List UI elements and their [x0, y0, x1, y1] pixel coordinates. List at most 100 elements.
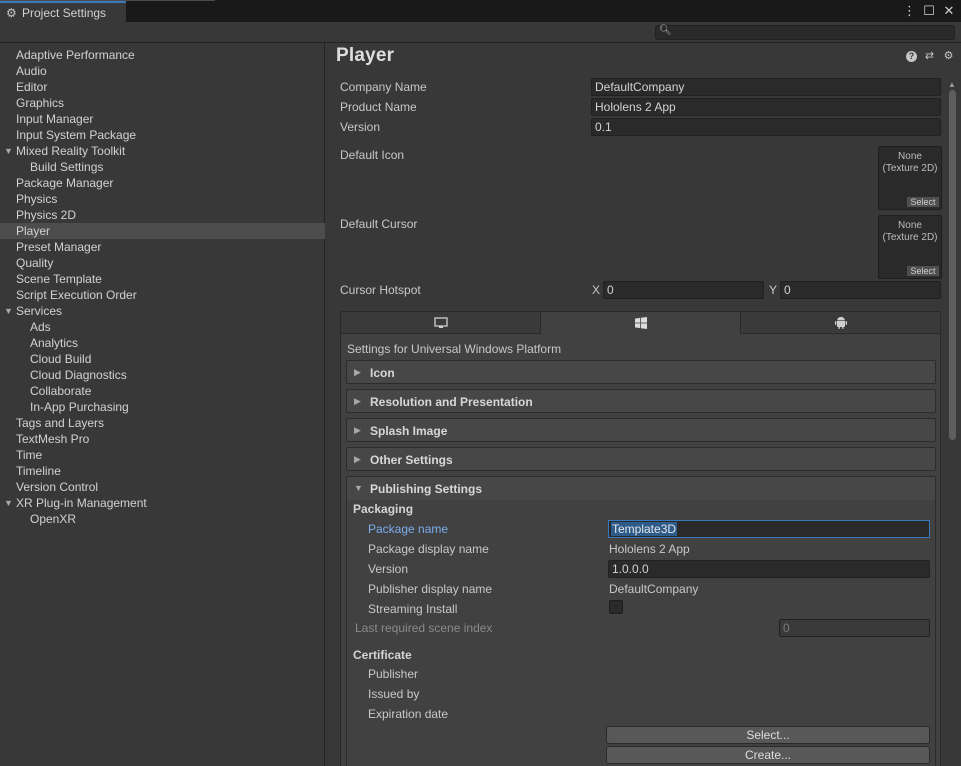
expand-arrow-icon[interactable]: ▼ [4, 303, 13, 319]
sidebar-item[interactable]: ▼ Mixed Reality Toolkit [0, 143, 325, 159]
close-icon[interactable]: ✕ [943, 3, 955, 19]
sidebar-item-label: Analytics [30, 336, 79, 350]
sidebar-item-label: Collaborate [30, 384, 92, 398]
streaming-install-label: Streaming Install [368, 602, 458, 616]
sidebar-item[interactable]: ▼ XR Plug-in Management [0, 495, 325, 511]
sidebar-item[interactable]: Script Execution Order [0, 287, 325, 303]
sidebar-item[interactable]: Player [0, 223, 325, 239]
sidebar-item[interactable]: Input Manager [0, 111, 325, 127]
sidebar-item[interactable]: Timeline [0, 463, 325, 479]
tab-standalone[interactable] [341, 312, 541, 334]
sidebar-item[interactable]: In-App Purchasing [0, 399, 325, 415]
foldout-title: Publishing Settings [370, 482, 483, 496]
expand-arrow-icon[interactable]: ▼ [4, 143, 13, 159]
page-title: Player [336, 45, 395, 66]
package-version-field[interactable]: 1.0.0.0 [608, 560, 930, 578]
sidebar-item[interactable]: Ads [0, 319, 325, 335]
certificate-create-button[interactable]: Create... [606, 746, 930, 764]
foldout-resolution[interactable]: ▶ Resolution and Presentation [346, 389, 936, 413]
sidebar-item-label: Mixed Reality Toolkit [16, 144, 126, 158]
sidebar-item[interactable]: TextMesh Pro [0, 431, 325, 447]
sidebar-item[interactable]: Quality [0, 255, 325, 271]
expiration-date-label: Expiration date [368, 707, 449, 721]
sidebar-item-label: Package Manager [16, 176, 114, 190]
default-icon-field[interactable]: None (Texture 2D) Select [878, 146, 942, 210]
tab-project-settings[interactable]: ⚙ Project Settings [0, 1, 126, 22]
sidebar-item[interactable]: OpenXR [0, 511, 325, 527]
sidebar-item[interactable]: Physics 2D [0, 207, 325, 223]
sidebar-item[interactable]: Build Settings [0, 159, 325, 175]
sidebar-item-label: Tags and Layers [16, 416, 105, 430]
sidebar-item[interactable]: Tags and Layers [0, 415, 325, 431]
hotspot-y-field[interactable]: 0 [780, 281, 941, 299]
settings-gear-icon[interactable]: ⚙ [942, 50, 955, 63]
product-name-label: Product Name [340, 100, 417, 114]
sidebar-item[interactable]: Version Control [0, 479, 325, 495]
default-icon-select-button[interactable]: Select [906, 196, 940, 208]
hotspot-x-field[interactable]: 0 [603, 281, 764, 299]
sidebar-item[interactable]: Analytics [0, 335, 325, 351]
sidebar-item[interactable]: Input System Package [0, 127, 325, 143]
package-name-field[interactable]: Template3D [608, 520, 930, 538]
sidebar-item[interactable]: Collaborate [0, 383, 325, 399]
issued-by-label: Issued by [368, 687, 420, 701]
tab-universal-windows[interactable] [541, 312, 741, 334]
more-options-icon[interactable]: ⋮ [903, 3, 916, 19]
platform-heading: Settings for Universal Windows Platform [347, 342, 562, 356]
sidebar-item[interactable]: Audio [0, 63, 325, 79]
sidebar-item[interactable]: Scene Template [0, 271, 325, 287]
hotspot-x-label: X [592, 283, 601, 297]
expand-arrow-icon[interactable]: ▼ [4, 495, 13, 511]
sidebar-item-label: Input Manager [16, 112, 94, 126]
help-icon[interactable]: ? [906, 51, 917, 62]
default-cursor-field[interactable]: None (Texture 2D) Select [878, 215, 942, 279]
sidebar-item[interactable]: Cloud Diagnostics [0, 367, 325, 383]
sidebar-item-label: Editor [16, 80, 48, 94]
scrollbar-thumb[interactable] [949, 90, 956, 440]
foldout-title: Splash Image [370, 424, 448, 438]
certificate-select-button[interactable]: Select... [606, 726, 930, 744]
sidebar-item-label: Timeline [16, 464, 61, 478]
inspector-scrollbar[interactable]: ▲ [946, 80, 959, 766]
sidebar-item[interactable]: Time [0, 447, 325, 463]
product-name-field[interactable]: Hololens 2 App [591, 98, 941, 116]
foldout-icon-section[interactable]: ▶ Icon [346, 360, 936, 384]
version-label: Version [340, 120, 381, 134]
sidebar-item[interactable]: Package Manager [0, 175, 325, 191]
version-field[interactable]: 0.1 [591, 118, 941, 136]
preset-icon[interactable]: ⇄ [923, 50, 936, 63]
android-icon [834, 316, 847, 329]
sidebar-item-label: Physics 2D [16, 208, 77, 222]
sidebar-item[interactable]: ▼ Services [0, 303, 325, 319]
collapsed-arrow-icon: ▶ [354, 454, 361, 464]
sidebar-item[interactable]: Adaptive Performance [0, 47, 325, 63]
publisher-display-name-value: DefaultCompany [609, 582, 699, 596]
sidebar-item-label: Adaptive Performance [16, 48, 135, 62]
default-icon-value: None (Texture 2D) [882, 151, 938, 174]
sidebar-item[interactable]: Cloud Build [0, 351, 325, 367]
sidebar-item-label: Cloud Diagnostics [30, 368, 127, 382]
scroll-up-icon[interactable]: ▲ [948, 80, 956, 89]
sidebar-item[interactable]: Graphics [0, 95, 325, 111]
foldout-title: Icon [370, 366, 395, 380]
default-cursor-select-button[interactable]: Select [906, 265, 940, 277]
foldout-splash-image[interactable]: ▶ Splash Image [346, 418, 936, 442]
sidebar-item-label: XR Plug-in Management [16, 496, 147, 510]
tab-android[interactable] [741, 312, 940, 334]
sidebar-item[interactable]: Preset Manager [0, 239, 325, 255]
sidebar-item[interactable]: Editor [0, 79, 325, 95]
sidebar-item[interactable]: Physics [0, 191, 325, 207]
foldout-other-settings[interactable]: ▶ Other Settings [346, 447, 936, 471]
streaming-install-checkbox[interactable] [609, 600, 623, 614]
package-name-label: Package name [368, 522, 449, 536]
editor-tab-strip: ⚙ Project Settings ⋮ ☐ ✕ [0, 0, 961, 22]
package-version-label: Version [368, 562, 409, 576]
company-name-field[interactable]: DefaultCompany [591, 78, 941, 96]
foldout-publishing-settings[interactable]: ▼ Publishing Settings [346, 476, 936, 500]
maximize-icon[interactable]: ☐ [923, 3, 935, 19]
search-input[interactable]: 🔍︎ [655, 25, 955, 40]
last-scene-index-label: Last required scene index [355, 621, 493, 635]
sidebar-item-label: Preset Manager [16, 240, 102, 254]
cursor-hotspot-label: Cursor Hotspot [340, 283, 421, 297]
sidebar-item-label: Audio [16, 64, 47, 78]
